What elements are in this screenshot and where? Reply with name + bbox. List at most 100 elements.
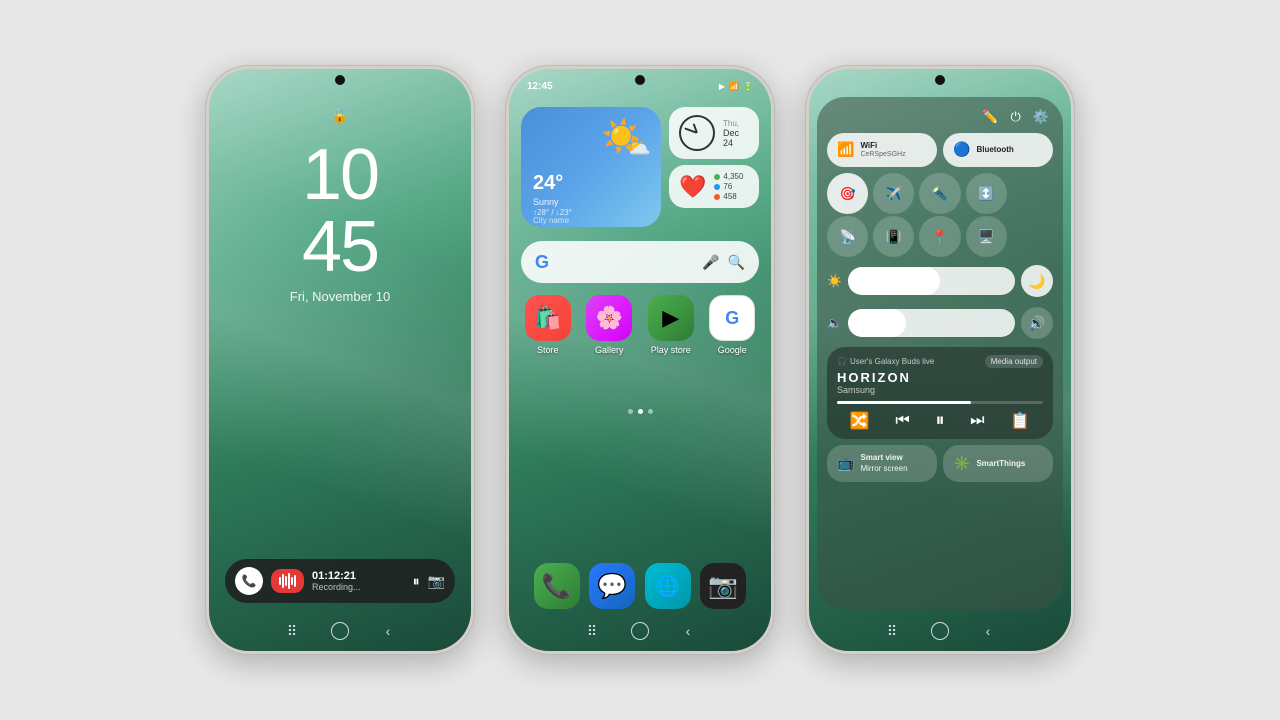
app-play-store[interactable]: ▶ Play store bbox=[644, 295, 698, 355]
dock-phone[interactable]: 📞 bbox=[534, 563, 580, 609]
bluetooth-text: Bluetooth bbox=[976, 145, 1013, 155]
connectivity-toggles: 📶 WiFi CeRSpeSGHz 🔵 Bluetooth bbox=[827, 133, 1053, 167]
dock-messages[interactable]: 💬 bbox=[589, 563, 635, 609]
app-grid: 🛍️ Store 🌸 Gallery ▶ Play store G Google bbox=[521, 295, 759, 355]
wifi-toggle[interactable]: 📶 WiFi CeRSpeSGHz bbox=[827, 133, 937, 167]
media-player-card: 🎧 User's Galaxy Buds live Media output H… bbox=[827, 347, 1053, 439]
media-artist-name: Samsung bbox=[837, 385, 1043, 395]
airplane-btn[interactable]: ✈️ bbox=[873, 173, 914, 214]
clock-widget[interactable]: Thu, Dec 24 bbox=[669, 107, 759, 159]
brightness-icon: ☀️ bbox=[827, 274, 842, 288]
brightness-track[interactable] bbox=[848, 267, 1015, 295]
display-btn[interactable]: 🖥️ bbox=[966, 216, 1007, 257]
location-btn[interactable]: 🎯 bbox=[827, 173, 868, 214]
nav-back-home[interactable]: ‹ bbox=[678, 621, 698, 641]
homescreen-content: ☀️ ⛅ 24° Sunny ↑28° / ↓23° City name bbox=[509, 69, 771, 651]
media-playlist-btn[interactable]: 📋 bbox=[1010, 411, 1030, 431]
data-transfer-btn[interactable]: ↕️ bbox=[966, 173, 1007, 214]
app-gallery[interactable]: 🌸 Gallery bbox=[583, 295, 637, 355]
dock-browser[interactable]: 🌐 bbox=[645, 563, 691, 609]
volume-slider-row: 🔈 🔊 bbox=[827, 305, 1053, 341]
smart-things-text: SmartThings bbox=[976, 459, 1025, 469]
control-icon-grid-1: 🎯 ✈️ 🔦 ↕️ bbox=[827, 173, 1053, 214]
bottom-navigation-lockscreen: ⠿ ‹ bbox=[209, 621, 471, 641]
gps-btn[interactable]: 📍 bbox=[919, 216, 960, 257]
right-widgets: Thu, Dec 24 ❤️ 4,350 bbox=[669, 107, 759, 227]
dock-camera[interactable]: 📷 bbox=[700, 563, 746, 609]
front-camera-homescreen bbox=[635, 75, 645, 85]
page-dot-2 bbox=[638, 409, 643, 414]
nav-home-ctrl[interactable] bbox=[930, 621, 950, 641]
google-logo: G bbox=[535, 252, 549, 273]
health-widget[interactable]: ❤️ 4,350 76 4 bbox=[669, 165, 759, 208]
edit-icon[interactable]: ✏️ bbox=[982, 109, 998, 125]
flashlight-btn[interactable]: 🔦 bbox=[919, 173, 960, 214]
volume-end-btn[interactable]: 🔊 bbox=[1021, 307, 1053, 339]
control-icon-grid-2: 📡 📳 📍 🖥️ bbox=[827, 216, 1053, 257]
weather-widget[interactable]: ☀️ ⛅ 24° Sunny ↑28° / ↓23° City name bbox=[521, 107, 661, 227]
recording-camera-button[interactable]: 📷 bbox=[428, 573, 445, 590]
media-shuffle-btn[interactable]: 🔀 bbox=[850, 411, 870, 431]
google-search-bar[interactable]: G 🎤 🔍 bbox=[521, 241, 759, 283]
app-google[interactable]: G Google bbox=[706, 295, 760, 355]
media-next-btn[interactable]: ⏭ bbox=[970, 412, 984, 430]
heart-rate: 76 bbox=[723, 182, 732, 191]
control-center-content: ✏️ ⏻ ⚙️ 📶 WiFi CeRSpeSGHz 🔵 bbox=[809, 69, 1071, 651]
lockscreen-clock: 10 45 Fri, November 10 bbox=[209, 139, 471, 304]
page-dot-1 bbox=[628, 409, 633, 414]
recording-pause-button[interactable]: ⏸ bbox=[413, 573, 420, 590]
quick-access-row: 📺 Smart view Mirror screen ✳️ SmartThing… bbox=[827, 445, 1053, 482]
media-output-button[interactable]: Media output bbox=[985, 355, 1043, 368]
lock-icon: 🔒 bbox=[331, 107, 348, 124]
nav-back-ctrl[interactable]: ‹ bbox=[978, 621, 998, 641]
bluetooth-toggle[interactable]: 🔵 Bluetooth bbox=[943, 133, 1053, 167]
page-indicators bbox=[509, 409, 771, 414]
status-icons: ▶📶🔋 bbox=[719, 82, 753, 91]
google-icon: G bbox=[709, 295, 755, 341]
power-icon[interactable]: ⏻ bbox=[1011, 109, 1021, 125]
nfc-btn[interactable]: 📳 bbox=[873, 216, 914, 257]
lockscreen-date: Fri, November 10 bbox=[209, 289, 471, 304]
status-time: 12:45 bbox=[527, 81, 553, 92]
wifi-icon: 📶 bbox=[837, 141, 854, 158]
nav-recents-ctrl[interactable]: ⠿ bbox=[882, 621, 902, 641]
voice-search-icon[interactable]: 🎤 bbox=[702, 254, 719, 271]
media-play-btn[interactable]: ⏸ bbox=[935, 410, 944, 431]
page-dot-3 bbox=[648, 409, 653, 414]
media-header: 🎧 User's Galaxy Buds live Media output bbox=[837, 355, 1043, 368]
nav-back-lockscreen[interactable]: ‹ bbox=[378, 621, 398, 641]
recording-bar[interactable]: 📞 01:12:21 Recording... ⏸ 📷 bbox=[225, 559, 455, 603]
lens-search-icon[interactable]: 🔍 bbox=[728, 254, 745, 271]
dark-mode-btn[interactable]: 🌙 bbox=[1021, 265, 1053, 297]
widgets-row: ☀️ ⛅ 24° Sunny ↑28° / ↓23° City name bbox=[521, 107, 759, 227]
weather-city: City name bbox=[533, 216, 569, 225]
steps-count: 4,350 bbox=[723, 172, 743, 181]
bottom-navigation-control: ⠿ ‹ bbox=[809, 621, 1071, 641]
weather-temperature: 24° bbox=[533, 172, 563, 195]
media-controls: 🔀 ⏮ ⏸ ⏭ 📋 bbox=[837, 410, 1043, 431]
bottom-navigation-homescreen: ⠿ ‹ bbox=[509, 621, 771, 641]
nav-home-home[interactable] bbox=[630, 621, 650, 641]
control-top-row: ✏️ ⏻ ⚙️ bbox=[827, 107, 1053, 127]
nav-recents-lockscreen[interactable]: ⠿ bbox=[282, 621, 302, 641]
smart-things-icon: ✳️ bbox=[953, 455, 970, 472]
analog-clock bbox=[679, 115, 715, 151]
wifi-text: WiFi CeRSpeSGHz bbox=[860, 141, 905, 159]
recording-timer: 01:12:21 bbox=[312, 570, 405, 582]
media-prev-btn[interactable]: ⏮ bbox=[895, 412, 909, 430]
volume-track[interactable] bbox=[848, 309, 1015, 337]
weather-cloud-icon: ⛅ bbox=[626, 135, 651, 160]
lockscreen-minutes: 45 bbox=[209, 211, 471, 283]
settings-icon[interactable]: ⚙️ bbox=[1033, 109, 1049, 125]
media-device-label: 🎧 User's Galaxy Buds live bbox=[837, 357, 934, 366]
app-store[interactable]: 🛍️ Store bbox=[521, 295, 575, 355]
nav-recents-home[interactable]: ⠿ bbox=[582, 621, 602, 641]
calories-count: 458 bbox=[723, 192, 736, 201]
smart-view-btn[interactable]: 📺 Smart view Mirror screen bbox=[827, 445, 937, 482]
smart-things-btn[interactable]: ✳️ SmartThings bbox=[943, 445, 1053, 482]
control-panel: ✏️ ⏻ ⚙️ 📶 WiFi CeRSpeSGHz 🔵 bbox=[817, 97, 1063, 609]
gallery-label: Gallery bbox=[595, 345, 624, 355]
media-progress-bar[interactable] bbox=[837, 401, 1043, 404]
nav-home-lockscreen[interactable] bbox=[330, 621, 350, 641]
cast-btn[interactable]: 📡 bbox=[827, 216, 868, 257]
